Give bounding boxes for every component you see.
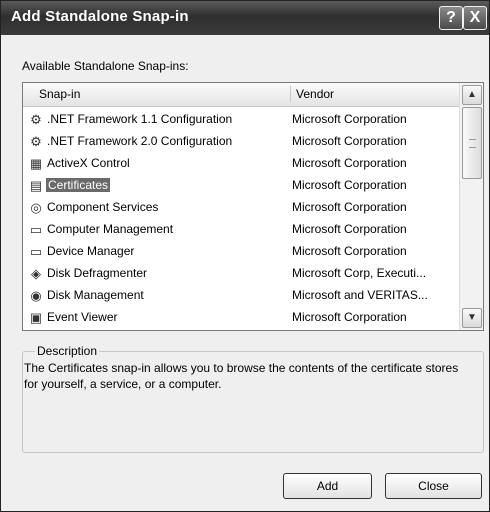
scroll-thumb[interactable]	[462, 107, 482, 179]
title-bar[interactable]: Add Standalone Snap-in ? X	[1, 1, 489, 35]
vendor-name: Microsoft Corp, Executi...	[292, 266, 427, 280]
activex-icon: ▦	[29, 156, 43, 171]
vendor-name: Microsoft Corporation	[292, 178, 407, 192]
add-standalone-snapin-dialog: Add Standalone Snap-in ? X Available Sta…	[0, 0, 490, 512]
column-header-snapin[interactable]: Snap-in	[39, 87, 80, 101]
close-window-button[interactable]: X	[463, 6, 487, 30]
list-item[interactable]: ◈ Disk Defragmenter Microsoft Corp, Execut…	[23, 263, 459, 285]
defrag-icon: ◈	[31, 266, 41, 281]
vendor-name: Microsoft Corporation	[292, 222, 407, 236]
vertical-scrollbar[interactable]: ▲ ▼	[459, 83, 483, 330]
scroll-grip-icon	[469, 139, 476, 148]
column-header-vendor[interactable]: Vendor	[296, 87, 334, 101]
scroll-down-button[interactable]: ▼	[462, 308, 482, 328]
snapin-name: Device Manager	[47, 244, 135, 258]
vendor-name: Microsoft Corporation	[292, 156, 407, 170]
net-config-icon: ⚙	[30, 134, 42, 149]
component-services-icon: ◎	[30, 200, 42, 215]
help-button[interactable]: ?	[439, 6, 463, 30]
list-item[interactable]: ◉ Disk Management Microsoft and VERITAS...	[23, 285, 459, 307]
disk-icon: ◉	[30, 288, 42, 303]
vendor-name: Microsoft Corporation	[292, 134, 407, 148]
snapin-name: Computer Management	[47, 222, 174, 236]
list-item[interactable]: ▭ Device Manager Microsoft Corporation	[23, 241, 459, 263]
snapin-name: Disk Management	[47, 288, 144, 302]
description-text: The Certificates snap-in allows you to b…	[24, 361, 459, 391]
snapin-name: ActiveX Control	[47, 156, 130, 170]
vendor-name: Microsoft Corporation	[292, 112, 407, 126]
available-snapins-label: Available Standalone Snap-ins:	[22, 59, 189, 73]
list-header: Snap-in Vendor	[23, 83, 459, 107]
column-separator[interactable]	[290, 86, 291, 102]
snapin-name: Component Services	[47, 200, 159, 214]
list-item[interactable]: ⚙ .NET Framework 2.0 Configuration Microso…	[23, 131, 459, 153]
net-config-icon: ⚙	[30, 112, 42, 127]
vendor-name: Microsoft Corporation	[292, 310, 407, 324]
list-item[interactable]: ⚙ .NET Framework 1.1 Configuration Microso…	[23, 109, 459, 131]
event-viewer-icon: ▣	[29, 310, 43, 325]
description-label: Description	[35, 344, 100, 358]
snapin-name: Certificates	[46, 178, 111, 192]
add-button[interactable]: Add	[283, 473, 372, 499]
list-item[interactable]: ▭ Computer Management Microsoft Corporatio…	[23, 219, 459, 241]
vendor-name: Microsoft Corporation	[292, 244, 407, 258]
snapin-listview[interactable]: Snap-in Vendor ⚙ .NET Framework 1.1 Confi…	[22, 82, 484, 331]
vendor-name: Microsoft Corporation	[292, 200, 407, 214]
snapin-name: Event Viewer	[47, 310, 118, 324]
scroll-up-button[interactable]: ▲	[462, 85, 482, 105]
computer-icon: ▭	[29, 222, 43, 237]
close-button[interactable]: Close	[385, 473, 482, 499]
certificate-icon: ▤	[29, 178, 43, 193]
snapin-name: Disk Defragmenter	[47, 266, 148, 280]
device-manager-icon: ▭	[29, 244, 43, 259]
window-title: Add Standalone Snap-in	[11, 8, 189, 25]
list-item[interactable]: ◎ Component Services Microsoft Corporation	[23, 197, 459, 219]
list-item[interactable]: ▤ Certificates Microsoft Corporation	[23, 175, 459, 197]
vendor-name: Microsoft and VERITAS...	[292, 288, 428, 302]
snapin-name: .NET Framework 2.0 Configuration	[47, 134, 233, 148]
snapin-name: .NET Framework 1.1 Configuration	[47, 112, 233, 126]
list-item[interactable]: ▦ ActiveX Control Microsoft Corporation	[23, 153, 459, 175]
list-item[interactable]: ▣ Event Viewer Microsoft Corporation	[23, 307, 459, 329]
list-rows: ⚙ .NET Framework 1.1 Configuration Microso…	[23, 109, 459, 329]
